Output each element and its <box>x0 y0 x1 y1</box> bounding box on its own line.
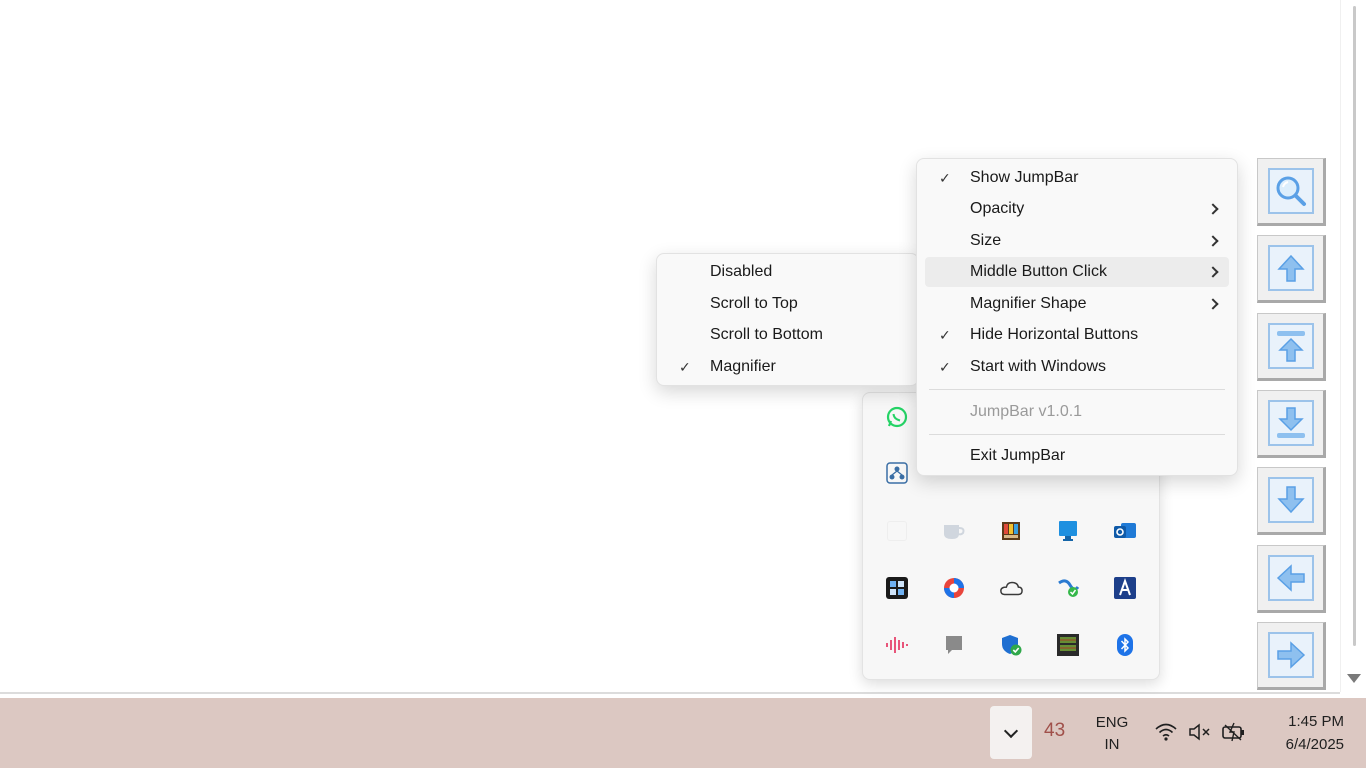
menu-item-label: Magnifier Shape <box>970 295 1087 312</box>
chevron-right-icon <box>1207 298 1219 310</box>
monitor-icon[interactable] <box>1056 519 1080 543</box>
submenu-item-label: Scroll to Top <box>710 295 798 312</box>
volume-muted-icon[interactable] <box>1187 720 1213 744</box>
cup-icon[interactable] <box>942 519 966 543</box>
middle-button-click-submenu: Disabled Scroll to Top Scroll to Bottom … <box>656 253 919 386</box>
network-share-icon[interactable] <box>885 461 909 485</box>
language-code: ENG <box>1095 714 1129 731</box>
jump-to-top-icon <box>1267 323 1314 369</box>
jumpbar-context-menu: ✓ Show JumpBar Opacity Size Middle Butto… <box>916 158 1238 476</box>
vertical-scrollbar[interactable] <box>1340 0 1366 692</box>
scroll-right-button[interactable] <box>1257 622 1326 690</box>
menu-item-version: JumpBar v1.0.1 <box>925 397 1229 427</box>
check-icon: ✓ <box>939 169 951 186</box>
text-app-icon[interactable] <box>1113 576 1137 600</box>
menu-item-label: Middle Button Click <box>970 263 1107 280</box>
gray-app-icon[interactable] <box>942 633 966 657</box>
submenu-item-label: Scroll to Bottom <box>710 326 823 343</box>
whatsapp-icon[interactable] <box>885 405 909 429</box>
arrow-down-icon <box>1267 477 1314 523</box>
vpn-icon[interactable] <box>1056 576 1080 600</box>
chevron-down-icon <box>1003 723 1019 738</box>
submenu-item-scroll-to-bottom[interactable]: Scroll to Bottom <box>665 320 910 350</box>
magnifier-button[interactable] <box>1257 158 1326 226</box>
version-label: JumpBar v1.0.1 <box>970 403 1083 420</box>
arrow-right-icon <box>1267 632 1314 678</box>
menu-separator <box>929 389 1225 390</box>
jump-to-bottom-button[interactable] <box>1257 390 1326 458</box>
submenu-item-label: Magnifier <box>710 358 776 375</box>
system-clock[interactable]: 1:45 PM 6/4/2025 <box>1264 710 1344 756</box>
clock-date: 6/4/2025 <box>1285 736 1344 753</box>
menu-item-hide-horizontal-buttons[interactable]: ✓ Hide Horizontal Buttons <box>925 320 1229 350</box>
scroll-up-button[interactable] <box>1257 235 1326 303</box>
defender-icon[interactable] <box>999 633 1023 657</box>
scroll-down-arrow-icon[interactable] <box>1347 674 1361 683</box>
audio-wave-icon[interactable] <box>885 633 909 657</box>
chevron-right-icon <box>1207 235 1219 247</box>
grid-app-icon[interactable] <box>1056 633 1080 657</box>
chrome-like-icon[interactable] <box>942 576 966 600</box>
menu-separator <box>929 434 1225 435</box>
taskbar: 43 ENG IN 1:45 PM 6/4/2025 <box>0 698 1366 768</box>
clock-time: 1:45 PM <box>1288 713 1344 730</box>
weather-temperature[interactable]: 43 <box>1044 720 1065 742</box>
region-code: IN <box>1104 736 1120 753</box>
magnifier-icon <box>1267 168 1314 214</box>
arrow-left-icon <box>1267 555 1314 601</box>
blank-icon[interactable] <box>885 519 909 543</box>
jump-to-top-button[interactable] <box>1257 313 1326 381</box>
onedrive-icon[interactable] <box>999 576 1023 600</box>
check-icon: ✓ <box>939 358 951 375</box>
battery-charging-icon[interactable] <box>1221 720 1247 744</box>
check-icon: ✓ <box>939 326 951 343</box>
submenu-item-magnifier[interactable]: ✓ Magnifier <box>665 352 910 382</box>
menu-item-label: Size <box>970 232 1002 249</box>
scrollbar-track[interactable] <box>1353 6 1356 646</box>
bluetooth-icon[interactable] <box>1113 633 1137 657</box>
menu-item-exit-jumpbar[interactable]: Exit JumpBar <box>925 441 1229 471</box>
submenu-item-scroll-to-top[interactable]: Scroll to Top <box>665 289 910 319</box>
chevron-right-icon <box>1207 203 1219 215</box>
menu-item-label: Exit JumpBar <box>970 447 1066 464</box>
jump-to-bottom-icon <box>1267 400 1314 446</box>
scroll-left-button[interactable] <box>1257 545 1326 613</box>
menu-item-start-with-windows[interactable]: ✓ Start with Windows <box>925 352 1229 382</box>
outlook-icon[interactable] <box>1113 519 1137 543</box>
menu-item-size[interactable]: Size <box>925 226 1229 256</box>
page-bottom-edge <box>0 692 1340 694</box>
show-hidden-icons-button[interactable] <box>990 706 1032 759</box>
arrow-up-icon <box>1267 245 1314 291</box>
menu-item-label: Start with Windows <box>970 358 1107 375</box>
menu-item-label: Hide Horizontal Buttons <box>970 326 1139 343</box>
menu-item-opacity[interactable]: Opacity <box>925 194 1229 224</box>
chevron-right-icon <box>1207 266 1219 278</box>
wifi-icon[interactable] <box>1153 720 1179 744</box>
menu-item-magnifier-shape[interactable]: Magnifier Shape <box>925 289 1229 319</box>
input-language-indicator[interactable]: ENG IN <box>1092 712 1132 756</box>
menu-item-label: Opacity <box>970 200 1025 217</box>
menu-item-middle-button-click[interactable]: Middle Button Click <box>925 257 1229 287</box>
menu-item-label: Show JumpBar <box>970 169 1079 186</box>
menu-item-show-jumpbar[interactable]: ✓ Show JumpBar <box>925 163 1229 193</box>
color-app-icon[interactable] <box>999 519 1023 543</box>
tiles-app-icon[interactable] <box>885 576 909 600</box>
scroll-down-button[interactable] <box>1257 467 1326 535</box>
submenu-item-disabled[interactable]: Disabled <box>665 257 910 287</box>
submenu-item-label: Disabled <box>710 263 773 280</box>
check-icon: ✓ <box>679 358 691 375</box>
